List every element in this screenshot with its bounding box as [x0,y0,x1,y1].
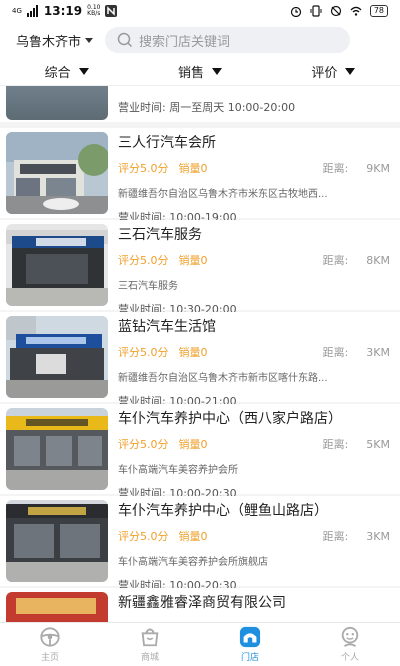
chevron-down-icon [85,37,94,43]
steering-wheel-icon [40,627,60,647]
person-icon [341,626,359,647]
nav-store[interactable]: 门店 [200,623,300,666]
filter-comprehensive[interactable]: 综合 [0,62,133,81]
store-card[interactable]: 车仆汽车养护中心（鲤鱼山路店） 评分5.0分 销量0 距离: 3KM 车仆高端汽车… [0,496,400,592]
store-sales: 销量0 [178,254,208,267]
store-icon [239,626,261,648]
store-photo [6,86,108,120]
store-distance: 距离: 8KM [322,254,390,267]
store-hours: 营业时间: 周一至周天 10:00-20:00 [118,101,296,114]
filter-label: 评价 [311,66,338,81]
store-photo [6,316,108,398]
store-rating: 评分5.0分 [118,162,169,175]
header-bar: 乌鲁木齐市 搜索门店关键词 [0,22,400,58]
nav-label: 门店 [240,653,259,663]
mute-icon [330,5,341,17]
filter-bar: 综合 销售 评价 [0,58,400,86]
store-rating: 评分5.0分 [118,530,169,543]
store-rating: 评分5.0分 [118,346,169,359]
store-rating: 评分5.0分 [118,254,169,267]
store-name: 新疆鑫雅睿泽商贸有限公司 [118,595,286,611]
store-name: 车仆汽车养护中心（鲤鱼山路店） [118,503,328,519]
city-selector[interactable]: 乌鲁木齐市 [16,31,94,50]
store-photo [6,500,108,582]
nav-home[interactable]: 主页 [0,623,100,666]
bottom-nav: 主页 商城 门店 个人 [0,622,400,666]
filter-label: 综合 [44,66,71,81]
store-distance: 距离: 3KM [322,530,390,543]
store-card[interactable]: 三人行汽车会所 评分5.0分 销量0 距离: 9KM 新疆维吾尔自治区乌鲁木齐市米… [0,128,400,224]
filter-label: 销售 [177,66,204,81]
store-address: 新疆维吾尔自治区乌鲁木齐市新市区喀什东路... [118,373,328,384]
store-address: 三石汽车服务 [118,281,178,292]
store-distance: 距离: 9KM [322,162,390,175]
store-card[interactable]: 蓝钻汽车生活馆 评分5.0分 销量0 距离: 3KM 新疆维吾尔自治区乌鲁木齐市新… [0,312,400,408]
status-bar: 4G 13:19 0.10 KB/s 78 [0,0,400,22]
network-indicator: 4G [12,6,22,15]
nav-mall[interactable]: 商城 [100,623,200,666]
store-sales: 销量0 [178,162,208,175]
store-sales: 销量0 [178,530,208,543]
alarm-icon [290,6,301,17]
clock: 13:19 [43,4,83,18]
store-photo [6,592,108,622]
store-distance: 距离: 3KM [322,346,390,359]
store-name: 三人行汽车会所 [118,135,216,151]
shopping-bag-icon [141,628,159,647]
battery-indicator: 78 [369,5,388,17]
filter-sales[interactable]: 销售 [133,62,266,81]
dropdown-triangle-icon [212,68,222,75]
search-placeholder: 搜索门店关键词 [139,34,231,50]
dropdown-triangle-icon [345,68,356,75]
network-speed: 0.10 KB/s [87,4,101,17]
filter-rating[interactable]: 评价 [267,62,400,81]
store-card-partial[interactable]: 营业时间: 周一至周天 10:00-20:00 [0,86,400,122]
store-card[interactable]: 车仆汽车养护中心（西八家户路店） 评分5.0分 销量0 距离: 5KM 车仆高端汽… [0,404,400,500]
store-distance: 距离: 5KM [322,438,390,451]
nav-label: 个人 [340,653,359,663]
wifi-icon [350,6,362,16]
store-photo [6,132,108,214]
search-icon [117,32,133,48]
nav-label: 商城 [140,653,159,663]
store-address: 新疆维吾尔自治区乌鲁木齐市米东区古牧地西... [118,189,328,200]
store-rating: 评分5.0分 [118,438,169,451]
store-card[interactable]: 新疆鑫雅睿泽商贸有限公司 [0,588,400,622]
store-name: 蓝钻汽车生活馆 [118,319,216,335]
store-sales: 销量0 [178,346,208,359]
signal-icon [26,5,38,17]
store-name: 车仆汽车养护中心（西八家户路店） [118,411,342,427]
store-photo [6,224,108,306]
store-address: 车仆高端汽车美容养护会所 [118,465,238,476]
search-input[interactable]: 搜索门店关键词 [105,27,351,53]
city-label: 乌鲁木齐市 [16,34,82,50]
store-photo [6,408,108,490]
store-address: 车仆高端汽车美容养护会所旗舰店 [118,557,268,568]
store-name: 三石汽车服务 [118,227,202,243]
vibrate-icon [310,5,322,17]
nav-label: 主页 [40,653,59,663]
store-card[interactable]: 三石汽车服务 评分5.0分 销量0 距离: 8KM 三石汽车服务 营业时间: 10… [0,220,400,316]
notification-n-icon [105,5,118,17]
dropdown-triangle-icon [78,68,89,75]
nav-profile[interactable]: 个人 [300,623,400,666]
store-sales: 销量0 [178,438,208,451]
store-list[interactable]: 营业时间: 周一至周天 10:00-20:00 三人行汽车会所 评分5.0分 销… [0,86,400,622]
